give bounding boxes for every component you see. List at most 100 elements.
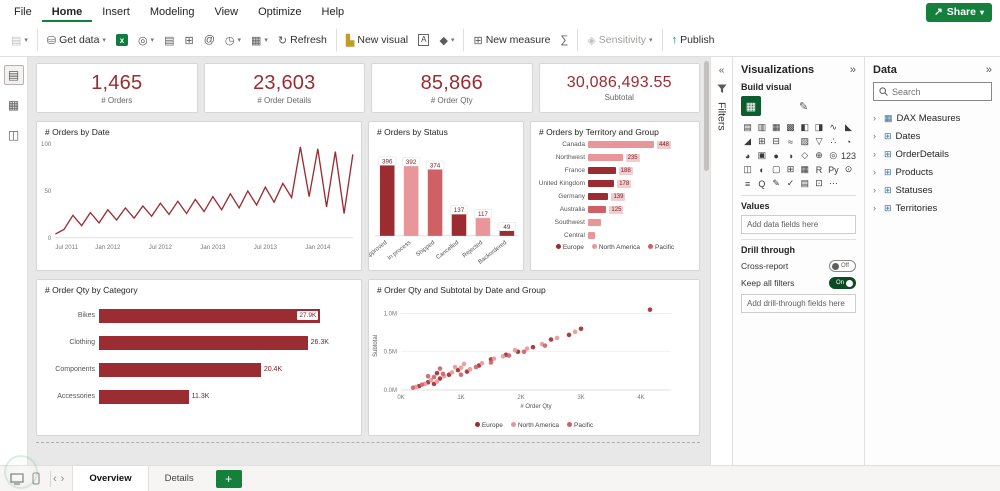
orders-by-territory-chart[interactable]: # Orders by Territory and Group Canada 44… <box>530 121 700 271</box>
menu-view[interactable]: View <box>204 3 248 22</box>
pie-chart-icon[interactable]: ◔ <box>841 135 856 148</box>
new-page-button[interactable]: + <box>215 469 242 488</box>
sensitivity-button[interactable]: ◈ Sensitivity ▾ <box>582 27 657 53</box>
scatter-chart-icon[interactable]: ∴ <box>827 135 840 148</box>
new-visual-button[interactable]: ▙ New visual <box>341 27 413 53</box>
clustered-bar-chart-icon[interactable]: ▥ <box>755 121 768 134</box>
dataverse-button[interactable]: @ <box>199 27 220 53</box>
waterfall-chart-icon[interactable]: ▨ <box>798 135 811 148</box>
page-tab-details[interactable]: Details <box>149 466 210 491</box>
metrics-icon[interactable]: ✓ <box>784 177 797 190</box>
more-options-icon[interactable]: ⋯ <box>827 177 840 190</box>
refresh-button[interactable]: ↻ Refresh <box>273 27 332 53</box>
kpi-icon[interactable]: ◐ <box>755 163 768 176</box>
add-drill-through-fields-well[interactable]: Add drill-through fields here <box>741 294 856 313</box>
ribbon-chart-icon[interactable]: ≈ <box>784 135 797 148</box>
filled-map-icon[interactable]: ◑ <box>784 149 797 162</box>
page-tab-overview[interactable]: Overview <box>72 466 149 491</box>
r-script-icon[interactable]: R <box>812 163 825 176</box>
stacked-bar-chart-icon[interactable]: ▤ <box>741 121 754 134</box>
treemap-icon[interactable]: ▣ <box>755 149 768 162</box>
area-chart-icon[interactable]: ◣ <box>841 121 856 134</box>
hundred-stacked-bar-icon[interactable]: ◧ <box>798 121 811 134</box>
scatter-chart-card[interactable]: # Order Qty and Subtotal by Date and Gro… <box>368 279 700 436</box>
menu-home[interactable]: Home <box>41 3 93 22</box>
smart-narrative-icon[interactable]: ✎ <box>770 177 783 190</box>
format-pen-icon[interactable]: ✎ <box>799 100 808 113</box>
order-qty-by-category-chart[interactable]: # Order Qty by Category Bikes 27.9K Clothi… <box>36 279 362 436</box>
menu-optimize[interactable]: Optimize <box>248 3 311 22</box>
hundred-stacked-column-icon[interactable]: ◨ <box>812 121 825 134</box>
more-visuals-button[interactable]: ◆ ▾ <box>434 27 459 53</box>
python-visual-icon[interactable]: Py <box>827 163 840 176</box>
report-view-icon[interactable]: ▤ <box>3 65 24 85</box>
stacked-area-chart-icon[interactable]: ◢ <box>741 135 754 148</box>
add-data-fields-well[interactable]: Add data fields here <box>741 215 856 234</box>
multi-row-card-icon[interactable]: ◫ <box>741 163 754 176</box>
kpi-card-order-qty[interactable]: 85,866 # Order Qty <box>371 63 533 113</box>
orders-by-status-chart[interactable]: # Orders by Status 396 Approved 392 In proc… <box>368 121 524 271</box>
recent-sources-button[interactable]: ◷ ▾ <box>220 27 246 53</box>
kpi-card-order-details[interactable]: 23,603 # Order Details <box>203 63 365 113</box>
publish-button[interactable]: ↑ Publish <box>667 27 720 53</box>
line-stacked-column-icon[interactable]: ⊟ <box>770 135 783 148</box>
clipboard-button[interactable]: ▤ ▾ <box>6 27 33 53</box>
menu-help[interactable]: Help <box>312 3 355 22</box>
field-statuses[interactable]: › ⊞ Statuses <box>873 181 992 199</box>
matrix-icon[interactable]: ▦ <box>798 163 811 176</box>
collapse-pane-icon[interactable]: » <box>850 64 856 76</box>
shape-map-icon[interactable]: ◇ <box>798 149 811 162</box>
quick-measure-button[interactable]: ∑ <box>555 27 573 53</box>
kpi-card-subtotal[interactable]: 30,086,493.55 Subtotal <box>538 63 700 113</box>
power-apps-icon[interactable]: ⊡ <box>812 177 825 190</box>
get-data-button[interactable]: ⛁ Get data ▾ <box>42 27 111 53</box>
collapse-pane-icon[interactable]: » <box>986 64 992 76</box>
selected-visual-icon[interactable]: ▦ <box>741 96 761 116</box>
enter-data-button[interactable]: ⊞ <box>179 27 198 53</box>
keep-all-filters-toggle[interactable]: On <box>829 277 856 289</box>
filters-pane-collapsed[interactable]: « Filters <box>710 57 732 465</box>
text-box-button[interactable]: A <box>413 27 434 53</box>
paginated-report-icon[interactable]: ▤ <box>798 177 811 190</box>
canvas-scrollbar[interactable] <box>704 61 709 461</box>
kpi-card-orders[interactable]: 1,465 # Orders <box>36 63 198 113</box>
table-icon[interactable]: ⊞ <box>784 163 797 176</box>
report-canvas[interactable]: 1,465 # Orders 23,603 # Order Details 85… <box>28 57 710 465</box>
excel-workbook-button[interactable]: x <box>111 27 133 53</box>
search-input[interactable] <box>892 86 982 97</box>
new-measure-button[interactable]: ⊞ New measure <box>468 27 555 53</box>
stacked-column-chart-icon[interactable]: ▦ <box>770 121 783 134</box>
azure-map-icon[interactable]: ⊕ <box>812 149 825 162</box>
funnel-chart-icon[interactable]: ▽ <box>812 135 825 148</box>
transform-data-button[interactable]: ▦ ▾ <box>246 27 273 53</box>
gauge-icon[interactable]: ◎ <box>827 149 840 162</box>
cross-report-toggle[interactable]: Off <box>829 260 856 272</box>
line-clustered-column-icon[interactable]: ⊞ <box>755 135 768 148</box>
field-orderdetails[interactable]: › ⊞ OrderDetails <box>873 145 992 163</box>
share-button[interactable]: ↗ Share ▾ <box>925 2 992 22</box>
card-icon[interactable]: 123 <box>841 149 856 162</box>
key-influencers-icon[interactable]: ⊙ <box>841 163 856 176</box>
expand-pane-icon[interactable]: « <box>719 65 725 76</box>
field-dates[interactable]: › ⊞ Dates <box>873 127 992 145</box>
menu-file[interactable]: File <box>4 3 42 22</box>
search-box[interactable] <box>873 82 992 101</box>
slicer-icon[interactable]: ▢ <box>770 163 783 176</box>
field-territories[interactable]: › ⊞ Territories <box>873 199 992 217</box>
previous-page-icon[interactable]: ‹ <box>51 473 59 485</box>
sql-server-button[interactable]: ▤ <box>159 27 179 53</box>
line-chart-icon[interactable]: ∿ <box>827 121 840 134</box>
map-icon[interactable]: ● <box>770 149 783 162</box>
onelake-data-hub-button[interactable]: ◎ ▾ <box>133 27 159 53</box>
orders-by-date-chart[interactable]: # Orders by Date 100 50 0 Jul 2011 Jan 2012 J… <box>36 121 362 271</box>
qa-visual-icon[interactable]: Q <box>755 177 768 190</box>
donut-chart-icon[interactable]: ◕ <box>741 149 754 162</box>
menu-insert[interactable]: Insert <box>92 3 140 22</box>
field-dax-measures[interactable]: › ▦ DAX Measures <box>873 109 992 127</box>
next-page-icon[interactable]: › <box>59 473 67 485</box>
field-products[interactable]: › ⊞ Products <box>873 163 992 181</box>
decomposition-tree-icon[interactable]: ≡ <box>741 177 754 190</box>
table-view-icon[interactable]: ▦ <box>4 95 24 115</box>
model-view-icon[interactable]: ◫ <box>4 125 24 145</box>
menu-modeling[interactable]: Modeling <box>140 3 205 22</box>
